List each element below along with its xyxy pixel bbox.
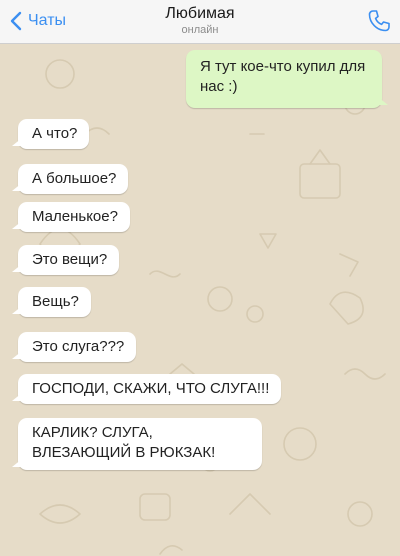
- message-text: А что?: [32, 125, 78, 142]
- message-incoming[interactable]: ГОСПОДИ, СКАЖИ, ЧТО СЛУГА!!!: [11, 374, 282, 404]
- message-incoming[interactable]: А что?: [11, 119, 90, 149]
- message-text: Я тут кое-что купил для нас :): [200, 58, 366, 95]
- message-incoming[interactable]: Вещь?: [12, 287, 91, 317]
- message-text: Вещь?: [32, 293, 79, 310]
- message-incoming[interactable]: Маленькое?: [12, 202, 130, 232]
- message-text: КАРЛИК? СЛУГА, ВЛЕЗАЮЩИЙ В РЮКЗАК!: [32, 424, 216, 461]
- chat-header: Чаты Любимая онлайн: [0, 0, 400, 44]
- message-text: ГОСПОДИ, СКАЖИ, ЧТО СЛУГА!!!: [32, 380, 270, 397]
- message-text: Это вещи?: [32, 251, 108, 268]
- call-button[interactable]: [366, 8, 392, 34]
- contact-name: Любимая: [165, 5, 235, 22]
- message-text: Маленькое?: [32, 208, 118, 225]
- contact-info[interactable]: Любимая онлайн: [0, 4, 400, 37]
- message-text: А большое?: [32, 170, 117, 187]
- message-incoming[interactable]: Это слуга???: [11, 332, 137, 362]
- message-outgoing[interactable]: Я тут кое-что купил для нас :): [186, 50, 388, 108]
- message-incoming[interactable]: А большое?: [11, 164, 129, 194]
- phone-icon: [368, 10, 390, 32]
- contact-status: онлайн: [181, 24, 219, 36]
- chat-area[interactable]: Я тут кое-что купил для нас :) А что? А …: [0, 44, 400, 556]
- message-text: Это слуга???: [32, 338, 125, 355]
- message-incoming[interactable]: КАРЛИК? СЛУГА, ВЛЕЗАЮЩИЙ В РЮКЗАК!: [12, 418, 262, 470]
- message-incoming[interactable]: Это вещи?: [11, 245, 120, 275]
